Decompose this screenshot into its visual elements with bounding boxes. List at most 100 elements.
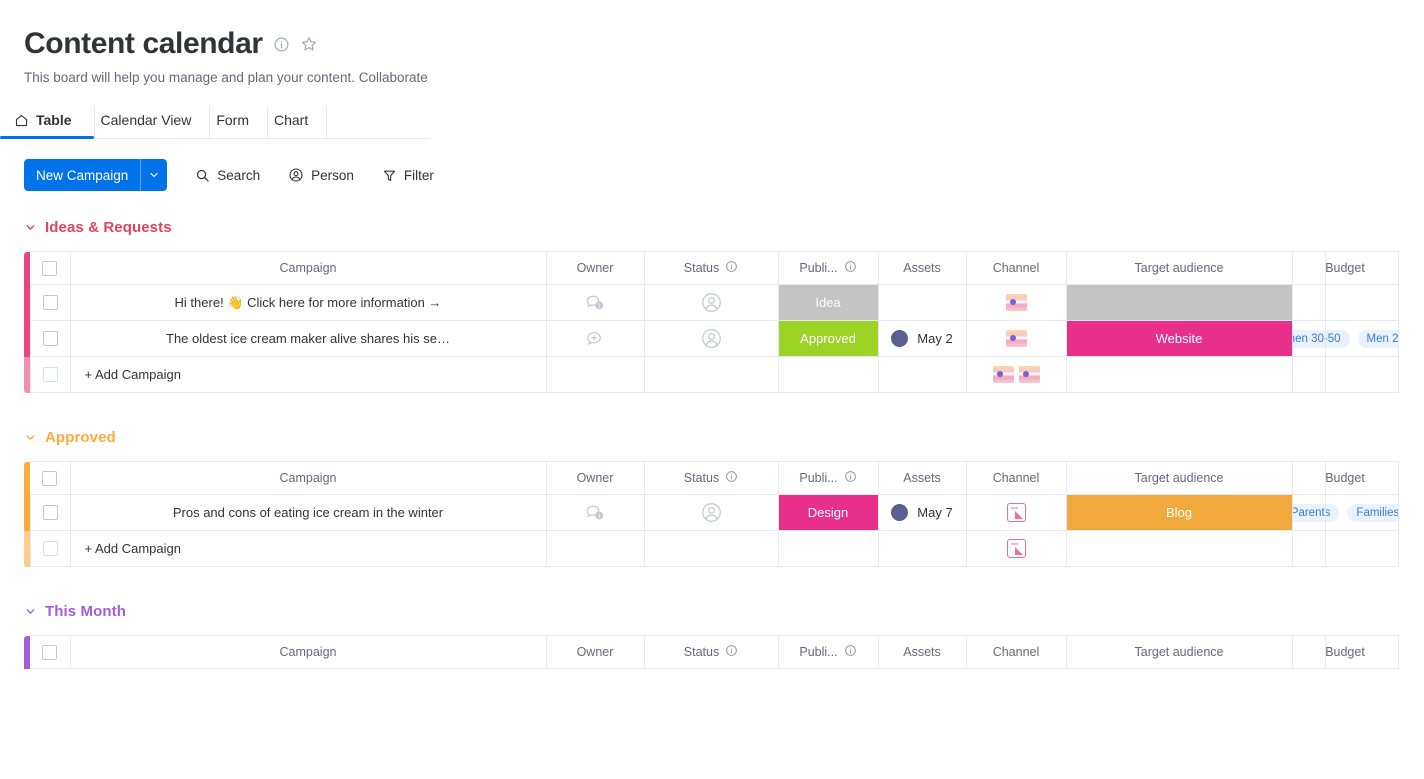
info-circle-icon[interactable] xyxy=(273,36,290,53)
tab-table[interactable]: Table xyxy=(0,106,95,138)
status-chip[interactable]: Idea xyxy=(779,285,878,320)
select-all-header[interactable] xyxy=(30,636,70,669)
select-all-checkbox[interactable] xyxy=(42,261,57,276)
column-header-budget[interactable]: Budget xyxy=(1292,636,1398,669)
column-header-published[interactable]: Publi... xyxy=(778,462,878,495)
tab-form[interactable]: Form xyxy=(210,106,268,138)
owner-cell[interactable] xyxy=(644,495,778,531)
column-header-channel[interactable]: Channel xyxy=(966,462,1066,495)
asset-image-thumbnail[interactable] xyxy=(1019,366,1040,383)
date-value[interactable]: May 2 xyxy=(879,330,966,347)
select-all-checkbox[interactable] xyxy=(42,645,57,660)
conversation-add-icon[interactable] xyxy=(584,328,606,350)
info-circle-icon[interactable] xyxy=(844,470,857,486)
conversation-cell[interactable]: 1 xyxy=(546,495,644,531)
audience-tag[interactable]: Men 25-50 xyxy=(1358,330,1398,348)
assets-cell[interactable] xyxy=(966,321,1066,357)
row-select-cell[interactable] xyxy=(30,495,70,531)
status-chip[interactable]: Design xyxy=(779,495,878,530)
row-checkbox[interactable] xyxy=(43,505,58,520)
owner-cell[interactable] xyxy=(644,285,778,321)
avatar-placeholder-icon[interactable] xyxy=(701,502,722,523)
owner-cell[interactable] xyxy=(644,321,778,357)
channel-cell[interactable]: Website xyxy=(1066,321,1292,357)
campaign-cell[interactable]: Pros and cons of eating ice cream in the… xyxy=(70,495,546,531)
audience-tag[interactable]: Families xyxy=(1347,504,1398,522)
column-header-campaign[interactable]: Campaign xyxy=(70,636,546,669)
select-all-header[interactable] xyxy=(30,462,70,495)
avatar-placeholder-icon[interactable] xyxy=(701,328,722,349)
column-header-campaign[interactable]: Campaign xyxy=(70,462,546,495)
published-date-cell[interactable] xyxy=(878,285,966,321)
asset-image-thumbnail[interactable] xyxy=(993,366,1014,383)
select-all-checkbox[interactable] xyxy=(42,471,57,486)
asset-image-thumbnail[interactable] xyxy=(1006,330,1027,347)
column-header-target-audience[interactable]: Target audience xyxy=(1066,252,1292,285)
row-select-cell[interactable] xyxy=(30,321,70,357)
conversation-cell[interactable] xyxy=(546,321,644,357)
column-header-owner[interactable]: Owner xyxy=(546,636,644,669)
new-campaign-button[interactable]: New Campaign xyxy=(24,159,167,191)
column-header-owner[interactable]: Owner xyxy=(546,462,644,495)
select-all-header[interactable] xyxy=(30,252,70,285)
conversation-cell[interactable]: 1 xyxy=(546,285,644,321)
add-row-checkbox[interactable] xyxy=(43,367,58,382)
status-chip[interactable]: Approved xyxy=(779,321,878,356)
group-header[interactable]: Ideas & Requests xyxy=(24,213,1424,241)
assets-cell[interactable] xyxy=(966,285,1066,321)
column-header-channel[interactable]: Channel xyxy=(966,252,1066,285)
group-header[interactable]: Approved xyxy=(24,423,1424,451)
campaign-cell[interactable]: The oldest ice cream maker alive shares … xyxy=(70,321,546,357)
add-campaign-cell[interactable]: + Add Campaign xyxy=(70,357,546,393)
avatar-placeholder-icon[interactable] xyxy=(701,292,722,313)
column-header-channel[interactable]: Channel xyxy=(966,636,1066,669)
campaign-cell[interactable]: Hi there! 👋 Click here for more informat… xyxy=(70,285,546,321)
column-header-budget[interactable]: Budget xyxy=(1292,252,1398,285)
chevron-down-icon[interactable] xyxy=(24,605,37,618)
conversation-badge-icon[interactable]: 1 xyxy=(584,292,606,314)
asset-image-thumbnail[interactable] xyxy=(1006,294,1027,311)
audience-tag[interactable]: Parents xyxy=(1292,504,1339,522)
info-circle-icon[interactable] xyxy=(725,644,738,660)
chevron-down-icon[interactable] xyxy=(24,431,37,444)
audience-tag[interactable]: Women 30-50 xyxy=(1292,330,1350,348)
column-header-owner[interactable]: Owner xyxy=(546,252,644,285)
tab-chart[interactable]: Chart xyxy=(268,106,327,138)
date-value[interactable]: May 7 xyxy=(879,504,966,521)
status-cell[interactable]: Approved xyxy=(778,321,878,357)
add-row-checkbox[interactable] xyxy=(43,541,58,556)
person-button[interactable]: Person xyxy=(288,167,354,183)
channel-chip[interactable] xyxy=(1067,285,1292,320)
status-cell[interactable]: Idea xyxy=(778,285,878,321)
conversation-badge-icon[interactable]: 1 xyxy=(584,502,606,524)
channel-chip[interactable]: Blog xyxy=(1067,495,1292,530)
row-select-cell[interactable] xyxy=(30,285,70,321)
row-checkbox[interactable] xyxy=(43,331,58,346)
info-circle-icon[interactable] xyxy=(844,260,857,276)
add-row-select-cell[interactable] xyxy=(30,357,70,393)
column-header-published[interactable]: Publi... xyxy=(778,636,878,669)
status-cell[interactable]: Design xyxy=(778,495,878,531)
column-header-assets[interactable]: Assets xyxy=(878,462,966,495)
published-date-cell[interactable]: May 7 xyxy=(878,495,966,531)
chevron-down-icon[interactable] xyxy=(24,221,37,234)
column-header-status[interactable]: Status xyxy=(644,252,778,285)
asset-document-thumbnail[interactable] xyxy=(1007,503,1026,522)
info-circle-icon[interactable] xyxy=(725,470,738,486)
asset-document-thumbnail[interactable] xyxy=(1007,539,1026,558)
column-header-status[interactable]: Status xyxy=(644,462,778,495)
column-header-budget[interactable]: Budget xyxy=(1292,462,1398,495)
tab-calendar-view[interactable]: Calendar View xyxy=(95,106,211,138)
column-header-campaign[interactable]: Campaign xyxy=(70,252,546,285)
info-circle-icon[interactable] xyxy=(725,260,738,276)
chevron-down-icon[interactable] xyxy=(141,159,167,191)
column-header-target-audience[interactable]: Target audience xyxy=(1066,462,1292,495)
star-outline-icon[interactable] xyxy=(300,35,318,53)
target-audience-cell[interactable]: Women 30-50 Men 25-50 xyxy=(1292,321,1398,357)
assets-cell[interactable] xyxy=(966,495,1066,531)
channel-chip[interactable]: Website xyxy=(1067,321,1292,356)
column-header-assets[interactable]: Assets xyxy=(878,636,966,669)
info-circle-icon[interactable] xyxy=(844,644,857,660)
target-audience-cell[interactable]: Parents Families xyxy=(1292,495,1398,531)
filter-button[interactable]: Filter xyxy=(382,168,434,183)
